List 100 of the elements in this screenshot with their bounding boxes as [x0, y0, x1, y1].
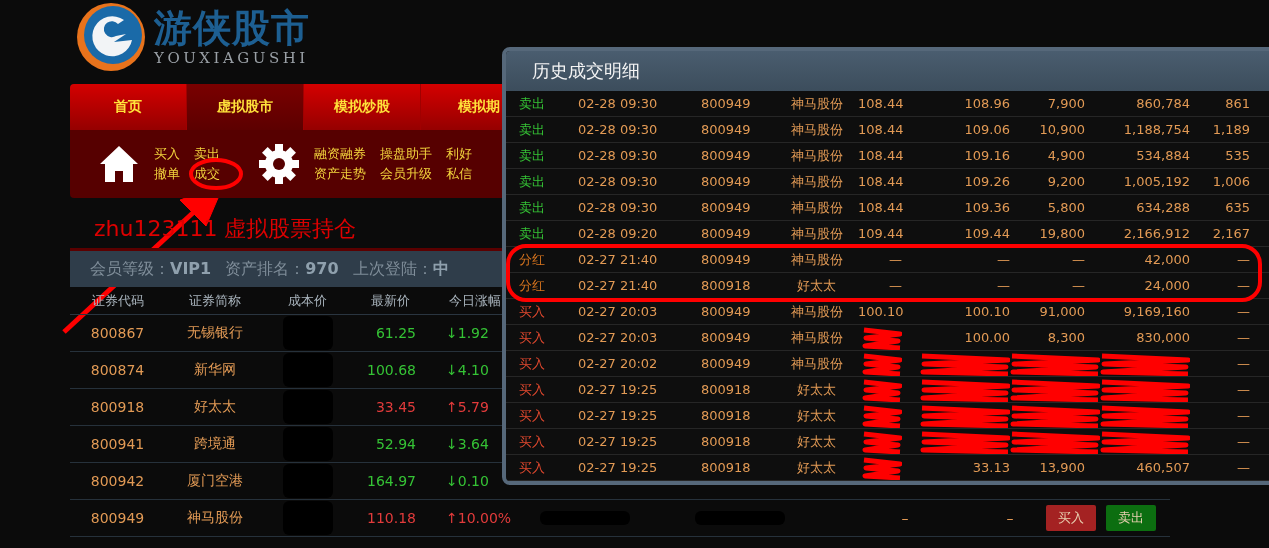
table-cell-text: — [1236, 278, 1250, 293]
table-cell-text: 买入 [518, 406, 546, 425]
table-cell-text: 2,167 [1211, 226, 1250, 241]
info-value: VIP1 [170, 258, 212, 280]
table-cell-text: — [1236, 252, 1250, 267]
table-cell-text: 9,200 [1046, 174, 1085, 189]
info-label: 上次登陆： [352, 258, 433, 280]
table-cell-text: 800949 [700, 200, 752, 215]
table-cell-text: 110.18 [366, 510, 417, 526]
table-cell-text: 9,169,160 [1122, 304, 1190, 319]
table-cell-text: 02-28 09:30 [577, 174, 659, 189]
scribble-mark [862, 325, 902, 350]
scribble-mark [862, 429, 902, 454]
table-cell-text: 800949 [700, 252, 752, 267]
table-cell-text: 800949 [700, 226, 752, 241]
table-cell-text: 7,900 [1046, 96, 1085, 111]
table-cell-text: 买入 [518, 380, 546, 399]
submenu-link[interactable]: 买入 [154, 145, 180, 163]
table-cell-text: – [900, 510, 910, 526]
table-cell-text: 02-27 19:25 [577, 434, 659, 449]
table-cell-text: 神马股份 [789, 328, 844, 347]
table-cell-text: 神马股份 [789, 250, 844, 269]
table-cell-text: 13,900 [1038, 460, 1085, 475]
table-cell-text: — [1236, 460, 1250, 475]
table-cell: 108.44 [858, 148, 902, 163]
table-cell: 109.44 [858, 226, 902, 241]
table-cell-text: 02-28 09:30 [577, 96, 659, 111]
redaction-mark [282, 427, 333, 461]
table-cell-text: 109.06 [963, 122, 1010, 137]
table-cell-text: 1,005,192 [1122, 174, 1190, 189]
table-cell-text: 02-27 19:25 [577, 460, 659, 475]
scribble-mark [862, 351, 902, 376]
table-cell-text: 好太太 [796, 380, 837, 399]
table-cell-text: 买入 [518, 432, 546, 451]
trade-button[interactable]: 买入 [1046, 505, 1096, 531]
settings-icon[interactable] [258, 143, 300, 185]
table-cell-text: 02-28 09:30 [577, 122, 659, 137]
table-cell-text: — [1071, 252, 1085, 267]
home-icon[interactable] [98, 144, 140, 184]
table-cell-text: 神马股份 [789, 302, 844, 321]
table-cell-text: 800941 [89, 436, 146, 452]
table-cell-text: 164.97 [366, 473, 417, 489]
table-cell-text: — [1236, 304, 1250, 319]
table-cell-text: 52.94 [374, 436, 417, 452]
table-cell-text: 1,189 [1211, 122, 1250, 137]
table-cell-text: 800867 [89, 325, 146, 341]
table-cell-text: 神马股份 [789, 172, 844, 191]
submenu-link[interactable]: 操盘助手 [380, 145, 432, 163]
submenu-link[interactable]: 融资融券 [314, 145, 366, 163]
submenu-link[interactable]: 会员升级 [380, 165, 432, 183]
table-cell-text: 卖出 [518, 224, 546, 243]
table-cell-text: 神马股份 [789, 354, 844, 373]
table-cell-text: 800918 [700, 278, 752, 293]
nav-tab[interactable]: 虚拟股市 [187, 84, 304, 130]
redaction-mark [282, 501, 333, 535]
table-cell-text: 2,166,912 [1122, 226, 1190, 241]
table-cell-text: 860,784 [1135, 96, 1190, 111]
submenu-link[interactable]: 撤单 [154, 165, 180, 183]
table-cell-text: 800949 [700, 304, 752, 319]
table-cell-text: 91,000 [1038, 304, 1085, 319]
table-cell-text: 33.13 [971, 460, 1010, 475]
table-cell-text: 10,900 [1038, 122, 1085, 137]
table-cell-text: 好太太 [796, 276, 837, 295]
table-cell-text: 108.96 [963, 96, 1010, 111]
table-cell-text: 神马股份 [789, 224, 844, 243]
table-cell-text: 42,000 [1143, 252, 1190, 267]
trade-button[interactable]: 卖出 [1106, 505, 1156, 531]
table-cell-text: 02-27 19:25 [577, 408, 659, 423]
table-cell-text: 800949 [700, 122, 752, 137]
table-cell: 108.44 [858, 174, 902, 189]
submenu-link[interactable]: 利好 [446, 145, 472, 163]
table-cell-text: 神马股份 [789, 120, 844, 139]
table-cell-text: 19,800 [1038, 226, 1085, 241]
logo-subtitle: YOUXIAGUSHI [154, 50, 310, 66]
table-cell-text: 800918 [700, 382, 752, 397]
column-header: 今日涨幅 [448, 291, 502, 310]
submenu-link[interactable]: 卖出 [194, 145, 220, 163]
table-cell-text: — [996, 252, 1010, 267]
table-cell-text: 534,884 [1135, 148, 1190, 163]
table-cell-text: 新华网 [193, 361, 237, 379]
table-cell-text: 买入 [518, 328, 546, 347]
table-cell: 108.44 [858, 122, 902, 137]
table-cell-text: 好太太 [193, 398, 237, 416]
table-cell-text: 02-27 21:40 [577, 252, 659, 267]
table-cell-text: 800949 [89, 510, 146, 526]
submenu-link[interactable]: 私信 [446, 165, 472, 183]
submenu-link[interactable]: 资产走势 [314, 165, 366, 183]
table-cell-text: — [1236, 408, 1250, 423]
table-cell-text: 买入 [518, 458, 546, 477]
table-cell-text: 635 [1224, 200, 1250, 215]
table-cell-text: 好太太 [796, 458, 837, 477]
table-cell-text: — [1236, 434, 1250, 449]
table-cell: 108.44 [858, 96, 902, 111]
table-cell-text: 634,288 [1135, 200, 1190, 215]
table-cell-text: 02-28 09:30 [577, 200, 659, 215]
table-cell-text: 4,900 [1046, 148, 1085, 163]
table-cell-text: 861 [1224, 96, 1250, 111]
table-cell-text: 02-28 09:30 [577, 148, 659, 163]
table-cell-text: 800942 [89, 473, 146, 489]
table-cell-text: 800949 [700, 330, 752, 345]
